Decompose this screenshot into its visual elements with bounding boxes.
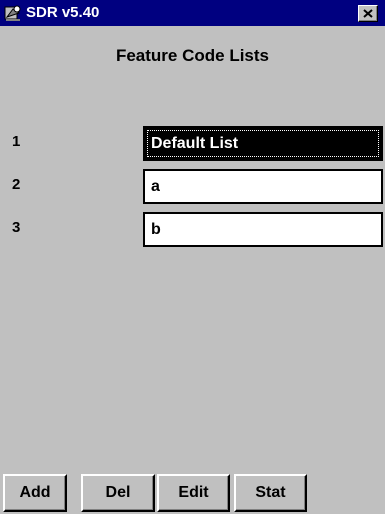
title-bar[interactable]: SDR v5.40	[0, 0, 385, 26]
del-button[interactable]: Del	[81, 474, 155, 512]
close-button[interactable]	[358, 5, 378, 22]
list-number-2: 2	[12, 176, 21, 193]
stat-button[interactable]: Stat	[234, 474, 307, 512]
sdr-app-icon	[3, 3, 23, 23]
page-title: Feature Code Lists	[115, 46, 270, 65]
app-window: SDR v5.40 Feature Code Lists 1 Default L…	[0, 0, 385, 514]
list-number-3: 3	[12, 219, 21, 236]
button-bar: Add Del Edit Stat	[0, 474, 385, 514]
focus-outline	[147, 130, 379, 157]
list-item-a[interactable]: a	[143, 169, 383, 204]
close-icon	[363, 5, 373, 23]
edit-button[interactable]: Edit	[157, 474, 230, 512]
list-item-default[interactable]: Default List	[143, 126, 383, 161]
list-item-label: b	[151, 221, 161, 238]
list-number-1: 1	[12, 133, 21, 150]
list-item-b[interactable]: b	[143, 212, 383, 247]
list-item-label: a	[151, 178, 160, 195]
window-title: SDR v5.40	[26, 4, 100, 21]
add-button[interactable]: Add	[3, 474, 67, 512]
